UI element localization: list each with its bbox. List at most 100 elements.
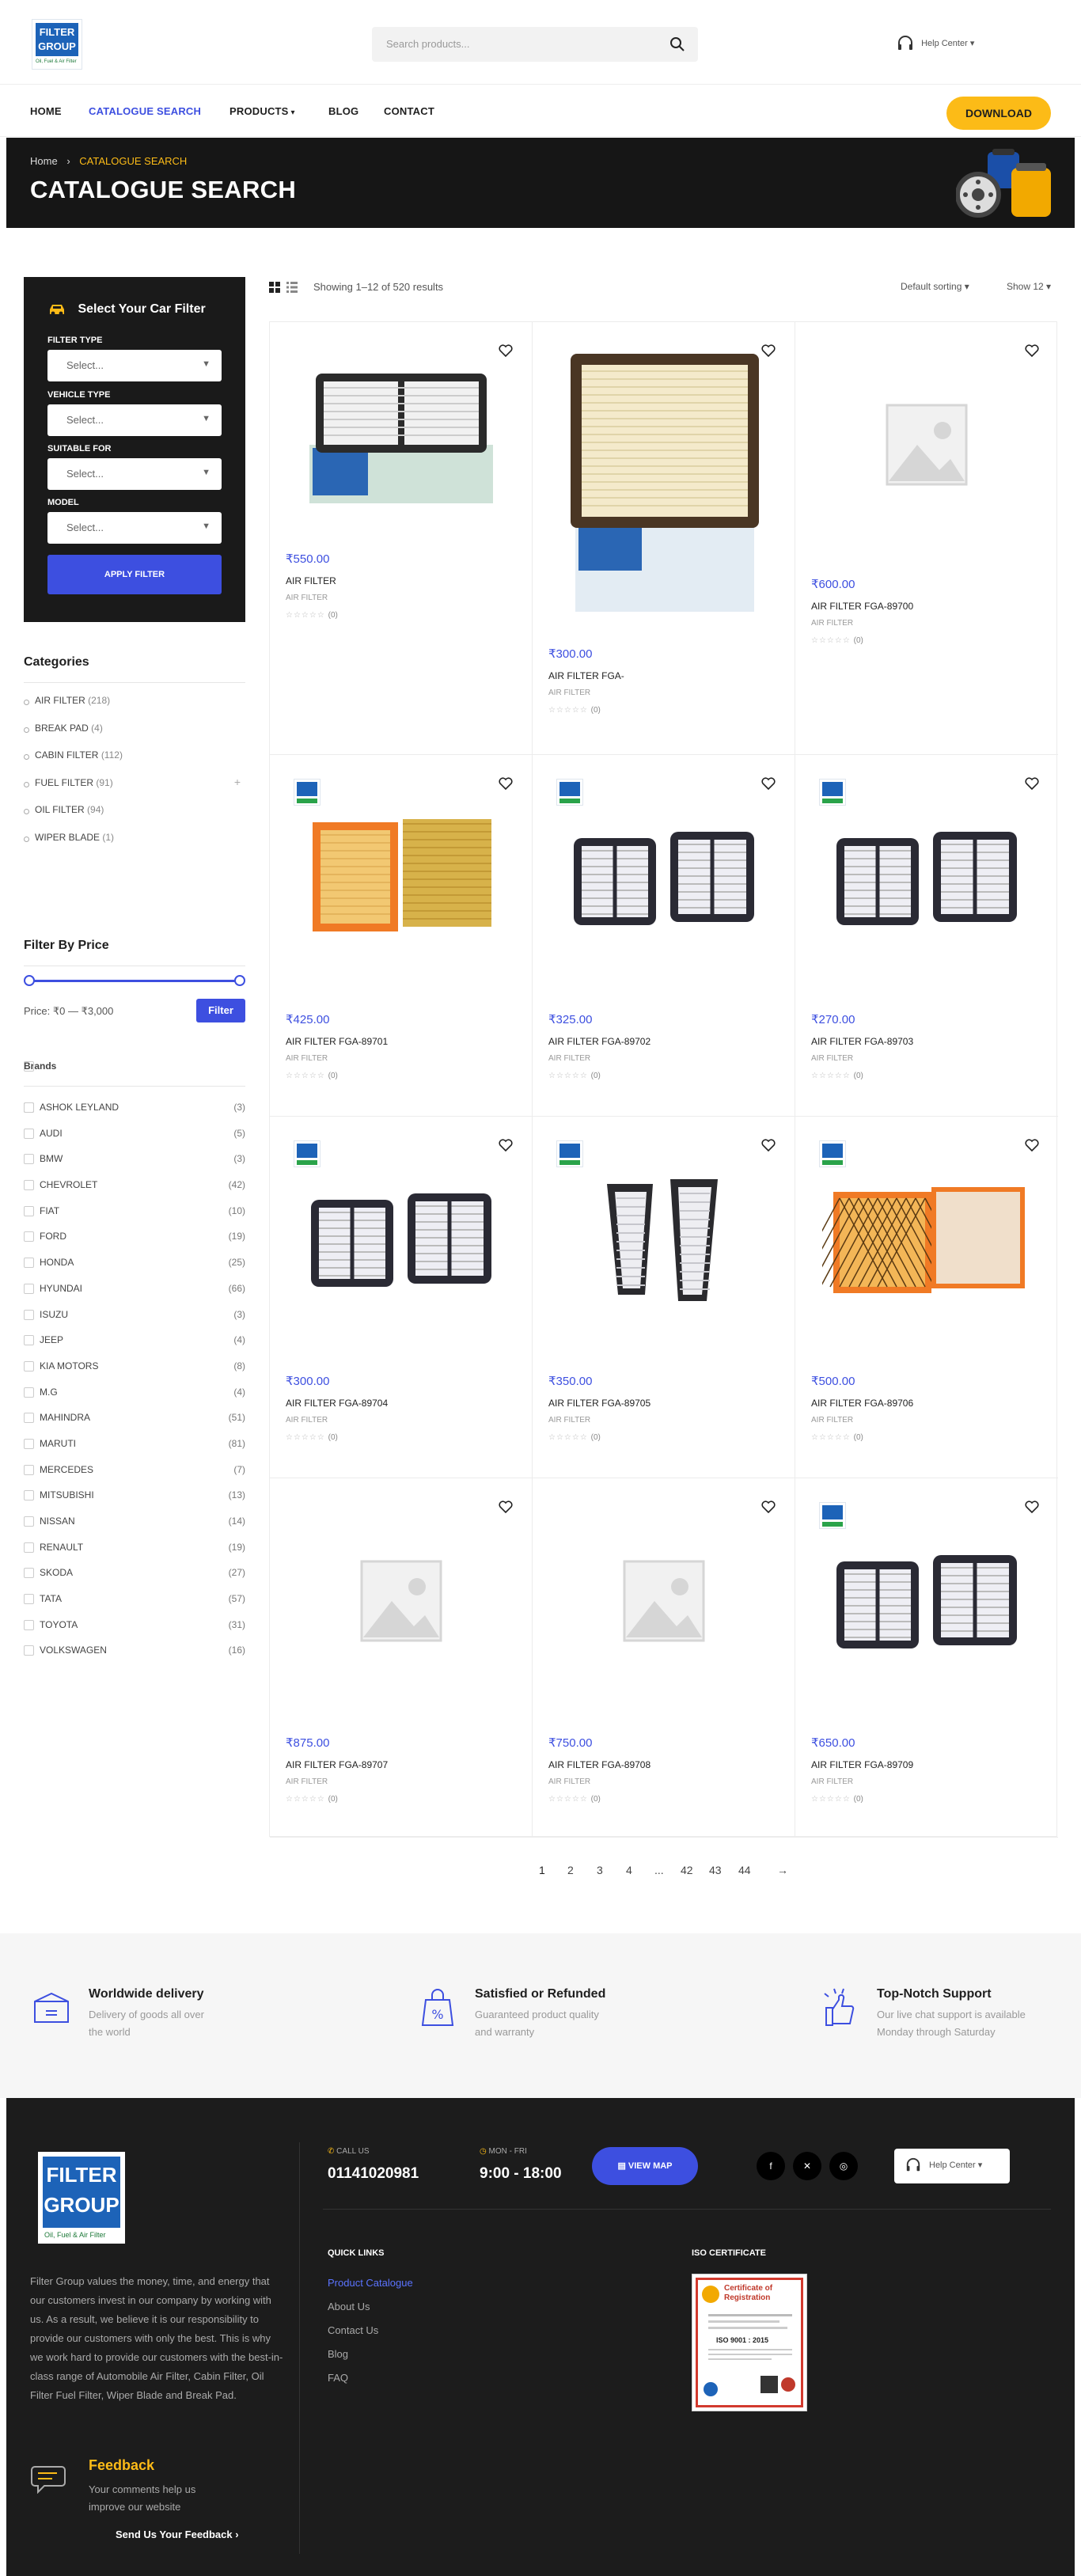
category-item[interactable]: CABIN FILTER (112) (24, 749, 245, 777)
brand-item[interactable]: NISSAN (14) (24, 1516, 245, 1542)
instagram-icon[interactable]: ◎ (829, 2152, 858, 2180)
product-card[interactable]: ₹550.00 AIR FILTER AIR FILTER ☆☆☆☆☆ (0) (270, 322, 533, 755)
view-map-button[interactable]: ▤ VIEW MAP (592, 2147, 698, 2185)
product-category[interactable]: AIR FILTER (548, 1054, 590, 1063)
product-image[interactable] (822, 1522, 1031, 1680)
brand-item[interactable]: CHEVROLET (42) (24, 1179, 245, 1205)
page-2[interactable]: 2 (567, 1864, 574, 1876)
download-button[interactable]: DOWNLOAD (946, 97, 1051, 130)
twitter-icon[interactable]: ✕ (793, 2152, 821, 2180)
category-item[interactable]: AIR FILTER (218) (24, 695, 245, 723)
facebook-icon[interactable]: f (757, 2152, 785, 2180)
product-category[interactable]: AIR FILTER (286, 594, 328, 602)
page-43[interactable]: 43 (709, 1864, 722, 1876)
product-card[interactable]: ₹875.00 AIR FILTER FGA-89707 AIR FILTER ☆☆☆… (270, 1478, 533, 1838)
expand-icon[interactable]: + (234, 776, 241, 788)
product-image[interactable] (559, 1522, 768, 1680)
sorting-select[interactable]: Default sorting ▾ (901, 281, 969, 292)
product-category[interactable]: AIR FILTER (811, 1054, 853, 1063)
brand-item[interactable]: FIAT (10) (24, 1205, 245, 1231)
product-category[interactable]: AIR FILTER (286, 1054, 328, 1063)
brand-item[interactable]: MERCEDES (7) (24, 1464, 245, 1490)
brand-item[interactable]: ISUZU (3) (24, 1309, 245, 1335)
product-category[interactable]: AIR FILTER (548, 689, 590, 697)
category-item[interactable]: BREAK PAD (4) (24, 723, 245, 750)
brand-item[interactable]: VOLKSWAGEN (16) (24, 1645, 245, 1671)
nav-blog[interactable]: BLOG (328, 105, 358, 117)
category-item[interactable]: FUEL FILTER (91) + (24, 776, 245, 805)
wishlist-heart-icon[interactable] (499, 1139, 513, 1151)
wishlist-heart-icon[interactable] (499, 1500, 513, 1513)
quick-link-contact-us[interactable]: Contact Us (328, 2324, 413, 2348)
wishlist-heart-icon[interactable] (1025, 1139, 1039, 1151)
product-card[interactable]: ₹425.00 AIR FILTER FGA-89701 AIR FILTER ☆☆☆… (270, 755, 533, 1117)
product-card[interactable]: ₹300.00 AIR FILTER FGA-89704 AIR FILTER ☆☆☆… (270, 1117, 533, 1478)
product-image[interactable] (297, 799, 506, 957)
quick-link-blog[interactable]: Blog (328, 2348, 413, 2372)
product-category[interactable]: AIR FILTER (548, 1416, 590, 1425)
wishlist-heart-icon[interactable] (761, 1500, 776, 1513)
quick-link-product-catalogue[interactable]: Product Catalogue (328, 2277, 413, 2301)
breadcrumb-home[interactable]: Home (30, 155, 58, 167)
product-image[interactable] (791, 1160, 1031, 1318)
product-image[interactable] (822, 366, 1031, 524)
product-category[interactable]: AIR FILTER (286, 1777, 328, 1786)
brand-item[interactable]: HYUNDAI (66) (24, 1283, 245, 1309)
quick-link-faq[interactable]: FAQ (328, 2372, 413, 2396)
iso-certificate-image[interactable]: Certificate of Registration ISO 9001 : 2… (692, 2274, 807, 2411)
call-us-number[interactable]: 01141020981 (328, 2165, 419, 2183)
product-card[interactable]: ₹500.00 AIR FILTER FGA-89706 AIR FILTER ☆☆☆… (791, 1117, 1058, 1478)
show-count-select[interactable]: Show 12 ▾ (1007, 281, 1051, 292)
apply-filter-button[interactable]: APPLY FILTER (47, 555, 222, 594)
product-category[interactable]: AIR FILTER (811, 1777, 853, 1786)
product-name[interactable]: AIR FILTER (286, 575, 336, 586)
product-name[interactable]: AIR FILTER FGA-89702 (548, 1036, 650, 1047)
filter-type-select[interactable]: Select... ▼ (47, 350, 222, 381)
page-4[interactable]: 4 (626, 1864, 632, 1876)
product-image[interactable] (559, 354, 768, 615)
product-name[interactable]: AIR FILTER FGA-89706 (811, 1398, 913, 1409)
product-card[interactable]: ₹325.00 AIR FILTER FGA-89702 AIR FILTER ☆☆☆… (533, 755, 795, 1117)
product-card[interactable]: ₹300.00 AIR FILTER FGA- AIR FILTER ☆☆☆☆☆ (0… (533, 322, 795, 755)
product-category[interactable]: AIR FILTER (811, 619, 853, 628)
grid-view-icon[interactable] (269, 282, 280, 293)
wishlist-heart-icon[interactable] (1025, 1500, 1039, 1513)
wishlist-heart-icon[interactable] (761, 1139, 776, 1151)
product-card[interactable]: ₹600.00 AIR FILTER FGA-89700 AIR FILTER ☆☆☆… (795, 322, 1058, 755)
vehicle-type-select[interactable]: Select... ▼ (47, 404, 222, 436)
product-name[interactable]: AIR FILTER FGA-89709 (811, 1759, 913, 1770)
page-44[interactable]: 44 (738, 1864, 751, 1876)
list-view-icon[interactable] (286, 282, 298, 293)
brand-item[interactable]: JEEP (4) (24, 1334, 245, 1360)
product-name[interactable]: AIR FILTER FGA-89700 (811, 601, 913, 612)
product-category[interactable]: AIR FILTER (286, 1416, 328, 1425)
help-center-dropdown[interactable]: Help Center ▾ (897, 35, 974, 52)
price-slider-max-handle[interactable] (234, 975, 245, 986)
wishlist-heart-icon[interactable] (1025, 344, 1039, 357)
next-page-arrow-icon[interactable]: → (777, 1864, 788, 1876)
page-1[interactable]: 1 (539, 1864, 545, 1876)
product-image[interactable] (822, 799, 1031, 957)
wishlist-heart-icon[interactable] (1025, 777, 1039, 790)
brand-item[interactable]: BMW (3) (24, 1153, 245, 1179)
product-image[interactable] (297, 1160, 506, 1318)
search-input[interactable]: Search products... (372, 27, 698, 62)
product-name[interactable]: AIR FILTER FGA-89703 (811, 1036, 913, 1047)
brand-item[interactable]: AUDI (5) (24, 1128, 245, 1154)
footer-help-center-dropdown[interactable]: Help Center ▾ (894, 2149, 1010, 2183)
price-slider-min-handle[interactable] (24, 975, 35, 986)
product-name[interactable]: AIR FILTER FGA-89701 (286, 1036, 388, 1047)
product-name[interactable]: AIR FILTER FGA-89707 (286, 1759, 388, 1770)
brand-item[interactable]: TOYOTA (31) (24, 1619, 245, 1645)
product-image[interactable] (559, 799, 768, 957)
brand-item[interactable]: FORD (19) (24, 1231, 245, 1257)
price-filter-button[interactable]: Filter (196, 999, 245, 1022)
category-item[interactable]: OIL FILTER (94) (24, 804, 245, 832)
page-42[interactable]: 42 (681, 1864, 693, 1876)
send-feedback-link[interactable]: Send Us Your Feedback › (116, 2529, 239, 2540)
search-icon[interactable] (669, 36, 685, 52)
product-name[interactable]: AIR FILTER FGA-89705 (548, 1398, 650, 1409)
product-category[interactable]: AIR FILTER (811, 1416, 853, 1425)
model-select[interactable]: Select... ▼ (47, 512, 222, 544)
product-image[interactable] (297, 366, 506, 524)
